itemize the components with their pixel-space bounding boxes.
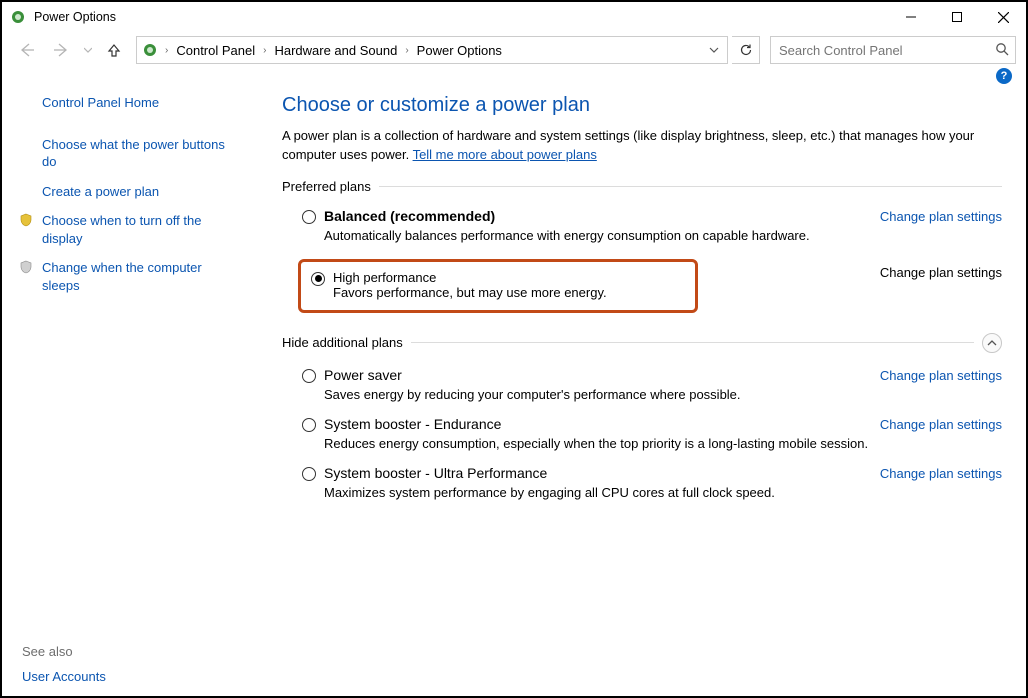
close-button[interactable] (980, 2, 1026, 32)
plan-desc: Maximizes system performance by engaging… (324, 485, 1002, 500)
plan-desc: Saves energy by reducing your computer's… (324, 387, 1002, 402)
main-content: Choose or customize a power plan A power… (258, 86, 1026, 696)
plan-ultra: System booster - Ultra Performance Chang… (282, 461, 1002, 510)
preferred-plans-label: Preferred plans (282, 179, 1002, 194)
minimize-button[interactable] (888, 2, 934, 32)
help-icon[interactable]: ? (996, 68, 1012, 84)
plan-title[interactable]: Balanced (recommended) (324, 208, 495, 224)
change-plan-link[interactable]: Change plan settings (880, 368, 1002, 383)
see-also-label: See also (22, 638, 240, 669)
refresh-button[interactable] (732, 36, 760, 64)
chevron-right-icon[interactable]: › (261, 45, 268, 56)
breadcrumb-item[interactable]: Control Panel (172, 43, 259, 58)
plan-power-saver: Power saver Change plan settings Saves e… (282, 363, 1002, 412)
section-title: Hide additional plans (282, 335, 403, 350)
intro-part: A power plan is a collection of hardware… (282, 128, 974, 162)
search-input[interactable] (777, 42, 989, 59)
window-title: Power Options (34, 10, 116, 24)
toolbar: › Control Panel › Hardware and Sound › P… (2, 32, 1026, 68)
user-accounts-link[interactable]: User Accounts (22, 669, 240, 684)
sidebar-link-sleep[interactable]: Change when the computer sleeps (22, 253, 240, 300)
section-title: Preferred plans (282, 179, 371, 194)
divider (379, 186, 1002, 187)
collapse-icon[interactable] (982, 333, 1002, 353)
plan-title[interactable]: System booster - Ultra Performance (324, 465, 547, 481)
sidebar-item-label: Choose when to turn off the display (42, 213, 201, 246)
divider (411, 342, 974, 343)
plan-title[interactable]: High performance (333, 270, 607, 285)
maximize-button[interactable] (934, 2, 980, 32)
sidebar-link-display-off[interactable]: Choose when to turn off the display (22, 206, 240, 253)
plan-endurance: System booster - Endurance Change plan s… (282, 412, 1002, 461)
breadcrumb-item[interactable]: Power Options (413, 43, 506, 58)
forward-button[interactable] (46, 36, 76, 64)
chevron-right-icon[interactable]: › (163, 45, 170, 56)
plan-desc: Reduces energy consumption, especially w… (324, 436, 1002, 451)
radio-endurance[interactable] (302, 418, 316, 432)
search-icon[interactable] (995, 42, 1009, 59)
up-button[interactable] (100, 36, 128, 64)
shield-icon (18, 259, 34, 275)
plan-desc: Automatically balances performance with … (324, 228, 1002, 243)
breadcrumb-item[interactable]: Hardware and Sound (270, 43, 401, 58)
shield-icon (18, 212, 34, 228)
app-icon (10, 9, 26, 25)
breadcrumb[interactable]: › Control Panel › Hardware and Sound › P… (136, 36, 728, 64)
sidebar-link-create-plan[interactable]: Create a power plan (22, 177, 240, 207)
change-plan-link[interactable]: Change plan settings (880, 466, 1002, 481)
radio-balanced[interactable] (302, 210, 316, 224)
hide-additional-label[interactable]: Hide additional plans (282, 333, 1002, 353)
radio-ultra[interactable] (302, 467, 316, 481)
page-heading: Choose or customize a power plan (282, 94, 1002, 117)
radio-high-performance[interactable] (311, 272, 325, 286)
breadcrumb-dropdown[interactable] (705, 41, 723, 59)
intro-text: A power plan is a collection of hardware… (282, 127, 1002, 165)
recent-dropdown[interactable] (80, 36, 96, 64)
plan-desc: Favors performance, but may use more ene… (333, 285, 607, 300)
control-panel-home-link[interactable]: Control Panel Home (22, 94, 240, 118)
search-box[interactable] (770, 36, 1016, 64)
plan-title[interactable]: Power saver (324, 367, 402, 383)
sidebar-item-label: Change when the computer sleeps (42, 260, 202, 293)
plan-high-performance-row: High performance Favors performance, but… (282, 253, 1002, 323)
plan-balanced: Balanced (recommended) Change plan setti… (282, 204, 1002, 253)
sidebar-link-buttons[interactable]: Choose what the power buttons do (22, 130, 240, 177)
plan-title[interactable]: System booster - Endurance (324, 416, 501, 432)
radio-power-saver[interactable] (302, 369, 316, 383)
change-plan-link[interactable]: Change plan settings (880, 417, 1002, 432)
chevron-right-icon[interactable]: › (403, 45, 410, 56)
sidebar: Control Panel Home Choose what the power… (2, 86, 258, 696)
change-plan-link[interactable]: Change plan settings (880, 209, 1002, 224)
change-plan-link[interactable]: Change plan settings (880, 265, 1002, 280)
learn-more-link[interactable]: Tell me more about power plans (413, 147, 597, 162)
breadcrumb-icon (141, 41, 159, 59)
plan-high-performance: High performance Favors performance, but… (298, 259, 698, 313)
back-button[interactable] (12, 36, 42, 64)
titlebar: Power Options (2, 2, 1026, 32)
